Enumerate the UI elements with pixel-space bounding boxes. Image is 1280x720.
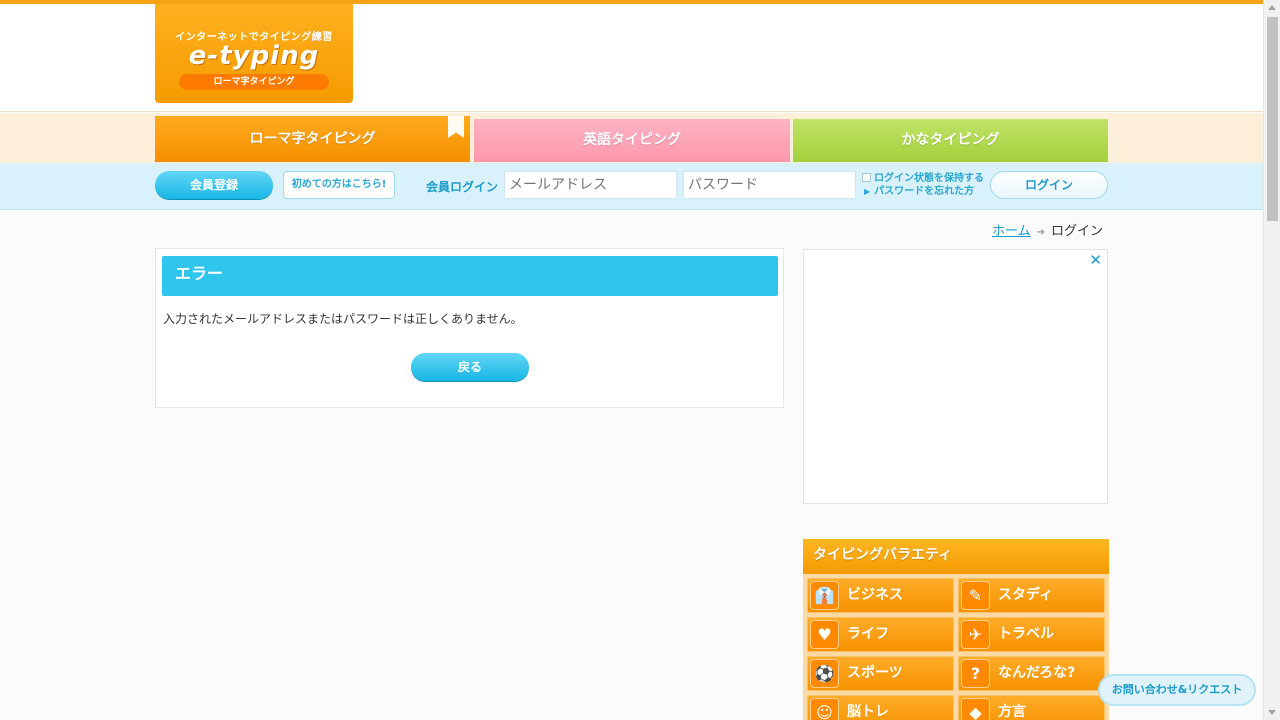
back-button[interactable]: 戻る: [411, 353, 529, 381]
map-icon: ◆: [961, 698, 990, 720]
site-logo[interactable]: インターネットでタイピング練習 e-typing ローマ字タイピング: [155, 4, 353, 103]
variety-item-brain-training[interactable]: ☺ 脳トレ: [807, 695, 954, 720]
variety-item-business[interactable]: 👔 ビジネス: [807, 578, 954, 613]
error-message: 入力されたメールアドレスまたはパスワードは正しくありません。: [163, 312, 523, 326]
error-title: エラー: [162, 256, 778, 296]
tab-label: ローマ字タイピング: [249, 131, 376, 147]
necktie-icon: 👔: [810, 581, 839, 610]
forgot-password-label: パスワードを忘れた方: [874, 186, 975, 197]
variety-item-study[interactable]: ✎ スタディ: [958, 578, 1105, 613]
variety-item-label: ライフ: [847, 626, 889, 642]
arrow-right-icon: ➜: [1036, 227, 1046, 238]
first-time-link[interactable]: 初めての方はこちら!: [283, 171, 395, 199]
tab-english-typing[interactable]: 英語タイピング: [474, 119, 790, 162]
brain-icon: ☺: [810, 698, 839, 720]
scroll-down-icon[interactable]: [1268, 710, 1276, 715]
breadcrumb-home-link[interactable]: ホーム: [992, 224, 1031, 239]
ball-icon: ⚽: [810, 659, 839, 688]
typing-variety-menu: タイピングバラエティ 👔 ビジネス ✎ スタディ ♥ ライフ ✈ トラベル ⚽ スポーツ …: [803, 539, 1109, 720]
variety-item-label: スポーツ: [847, 665, 903, 681]
ad-box: ✕: [803, 249, 1108, 504]
variety-item-label: スタディ: [998, 587, 1054, 603]
variety-item-life[interactable]: ♥ ライフ: [807, 617, 954, 652]
forgot-password-link[interactable]: ▶ パスワードを忘れた方: [862, 185, 984, 198]
tab-kana-typing[interactable]: かなタイピング: [793, 119, 1108, 162]
variety-item-label: トラベル: [998, 626, 1054, 642]
login-heading: 会員ログイン: [426, 180, 499, 194]
variety-item-sports[interactable]: ⚽ スポーツ: [807, 656, 954, 691]
keep-login-checkbox[interactable]: [862, 173, 871, 182]
variety-item-label: なんだろな?: [998, 665, 1076, 681]
notebook-icon: ✎: [961, 581, 990, 610]
variety-item-label: 脳トレ: [847, 704, 889, 720]
login-button[interactable]: ログイン: [990, 171, 1108, 199]
scrollbar-thumb[interactable]: [1267, 17, 1278, 221]
site-header: インターネットでタイピング練習 e-typing ローマ字タイピング: [0, 4, 1263, 112]
question-icon: ?: [961, 659, 990, 688]
logo-mode-pill: ローマ字タイピング: [179, 74, 329, 90]
variety-item-travel[interactable]: ✈ トラベル: [958, 617, 1105, 652]
scroll-up-icon[interactable]: [1268, 5, 1276, 10]
heart-icon: ♥: [810, 620, 839, 649]
login-options: ログイン状態を保持する ▶ パスワードを忘れた方: [862, 172, 984, 198]
breadcrumb: ホーム ➜ ログイン: [992, 220, 1103, 239]
variety-title: タイピングバラエティ: [803, 539, 1109, 574]
variety-item-mystery[interactable]: ? なんだろな?: [958, 656, 1105, 691]
bookmark-icon: [448, 116, 464, 138]
variety-item-label: ビジネス: [847, 587, 903, 603]
close-icon[interactable]: ✕: [1089, 251, 1102, 269]
airplane-icon: ✈: [961, 620, 990, 649]
breadcrumb-current: ログイン: [1051, 224, 1104, 239]
tab-label: かなタイピング: [901, 132, 1000, 148]
login-bar: 会員登録 初めての方はこちら! 会員ログイン ログイン状態を保持する ▶パスワー…: [0, 163, 1263, 210]
vertical-scrollbar[interactable]: [1263, 0, 1280, 720]
email-field[interactable]: [504, 171, 677, 199]
keep-login-option[interactable]: ログイン状態を保持する: [862, 172, 984, 185]
register-button[interactable]: 会員登録: [155, 171, 273, 199]
variety-item-dialect[interactable]: ◆ 方言: [958, 695, 1105, 720]
tab-romaji-typing[interactable]: ローマ字タイピング: [155, 116, 470, 162]
error-panel: エラー 入力されたメールアドレスまたはパスワードは正しくありません。 戻る: [155, 248, 784, 408]
logo-brand: e-typing: [188, 41, 320, 71]
password-field[interactable]: [683, 171, 856, 199]
contact-request-button[interactable]: お問い合わせ&リクエスト: [1098, 674, 1256, 706]
variety-item-label: 方言: [998, 704, 1026, 720]
keep-login-label: ログイン状態を保持する: [874, 173, 984, 184]
arrow-right-icon: ▶: [864, 187, 871, 196]
tab-label: 英語タイピング: [583, 132, 681, 148]
mode-tabs: ローマ字タイピング 英語タイピング かなタイピング: [0, 113, 1263, 163]
